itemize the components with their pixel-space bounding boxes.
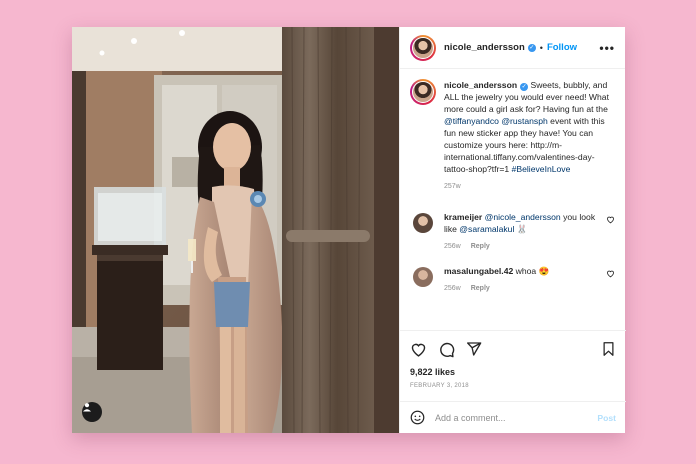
more-icon[interactable]: •••	[599, 41, 615, 55]
comment-age: 256w	[444, 243, 461, 250]
comment-meta: 256w Reply	[444, 241, 604, 253]
save-icon[interactable]	[601, 341, 616, 357]
header-username[interactable]: nicole_andersson	[444, 42, 525, 53]
comment-like-heart-icon[interactable]	[606, 215, 615, 224]
caption-hashtag[interactable]: #BelieveInLove	[512, 164, 571, 174]
comment-body: krameijer @nicole_andersson you look lik…	[444, 211, 604, 253]
avatar[interactable]	[410, 34, 436, 61]
comment: masalungabel.42 whoa 😍 256w Reply	[400, 265, 625, 295]
caption-avatar[interactable]	[410, 79, 436, 105]
comment-meta: 256w Reply	[444, 283, 604, 295]
add-comment-input[interactable]: Add a comment...	[435, 413, 506, 423]
caption-meta: 257w	[444, 181, 615, 193]
emoji-icon[interactable]	[410, 410, 425, 425]
photo-illustration	[72, 27, 399, 433]
reply-button[interactable]: Reply	[471, 285, 490, 292]
caption-username[interactable]: nicole_andersson	[444, 80, 517, 90]
caption: nicole_andersson ✓ Sweets, bubbly, and AL…	[400, 69, 625, 193]
comment-mention-2[interactable]: @saramalakul	[459, 224, 514, 234]
verified-icon: ✓	[520, 83, 529, 91]
post-photo[interactable]	[72, 27, 399, 433]
add-comment-bar: Add a comment... Post	[400, 401, 626, 433]
comment-icon[interactable]	[438, 341, 455, 358]
follow-button[interactable]: Follow	[547, 42, 577, 53]
comment-text: whoa	[513, 266, 539, 276]
instagram-post-card: nicole_andersson ✓ • Follow ••• nicole_a…	[72, 27, 626, 433]
caption-age: 257w	[444, 183, 461, 190]
caption-mention-tiffany[interactable]: @tiffanyandco	[444, 116, 499, 126]
post-side-panel: nicole_andersson ✓ • Follow ••• nicole_a…	[399, 27, 626, 433]
comment-emoji: 😍	[538, 266, 550, 276]
share-icon[interactable]	[466, 341, 482, 357]
separator-dot: •	[539, 42, 543, 53]
comment: krameijer @nicole_andersson you look lik…	[400, 211, 625, 253]
comment-age: 256w	[444, 285, 461, 292]
caption-body: nicole_andersson ✓ Sweets, bubbly, and AL…	[444, 79, 615, 193]
likes-count[interactable]: 9,822 likes	[410, 367, 616, 377]
post-date: FEBRUARY 3, 2018	[410, 383, 469, 389]
post-comment-button[interactable]: Post	[597, 413, 616, 423]
comment-username[interactable]: krameijer	[444, 212, 482, 222]
reply-button[interactable]: Reply	[471, 243, 490, 250]
comment-avatar[interactable]	[413, 213, 433, 233]
comment-avatar[interactable]	[413, 267, 433, 287]
verified-icon: ✓	[527, 43, 536, 52]
comment-username[interactable]: masalungabel.42	[444, 266, 513, 276]
action-icons	[410, 338, 616, 360]
user-tag-icon[interactable]	[82, 402, 102, 422]
comment-like-heart-icon[interactable]	[606, 269, 615, 278]
comment-emoji: 🐰	[516, 224, 528, 234]
comment-body: masalungabel.42 whoa 😍 256w Reply	[444, 265, 604, 295]
post-header: nicole_andersson ✓ • Follow •••	[400, 27, 625, 69]
heart-icon[interactable]	[410, 341, 427, 358]
caption-mention-rustans[interactable]: @rustansph	[501, 116, 547, 126]
post-actions: 9,822 likes FEBRUARY 3, 2018	[400, 330, 626, 389]
comment-mention[interactable]: @nicole_andersson	[485, 212, 561, 222]
